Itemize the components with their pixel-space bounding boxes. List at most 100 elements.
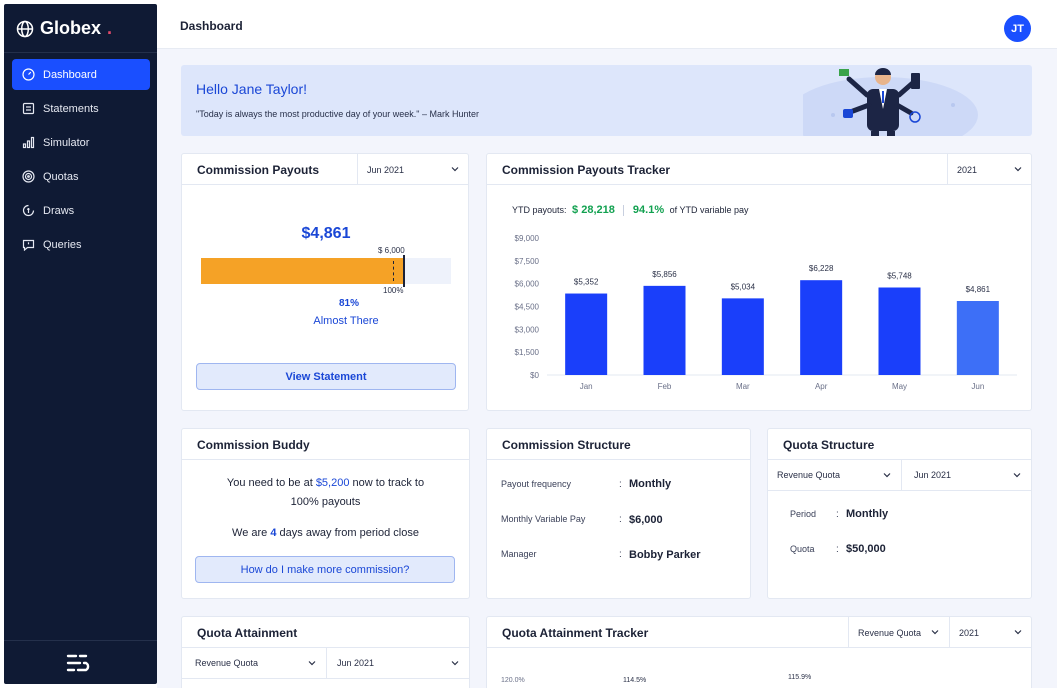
chevron-down-icon bbox=[931, 630, 939, 635]
select-value: Revenue Quota bbox=[858, 627, 922, 638]
quota-value: $50,000 bbox=[846, 543, 886, 555]
ytd-value: $ 28,218 bbox=[572, 204, 615, 216]
period-select[interactable]: Jun 2021 bbox=[357, 154, 469, 185]
period-select[interactable]: Jun 2021 bbox=[327, 648, 469, 679]
select-value: 2021 bbox=[959, 627, 980, 638]
sidebar-item-queries[interactable]: Queries bbox=[12, 229, 150, 260]
sidebar-item-label: Queries bbox=[43, 238, 82, 251]
period-select[interactable]: Jun 2021 bbox=[901, 460, 1031, 491]
avatar[interactable]: JT bbox=[1004, 15, 1031, 42]
y-tick-label: $7,500 bbox=[515, 257, 540, 266]
x-tick-label: Jan bbox=[580, 382, 593, 391]
card-header: Quota Attainment Tracker Revenue Quota 2… bbox=[487, 617, 1031, 648]
chevron-down-icon bbox=[1013, 473, 1021, 478]
sidebar-item-draws[interactable]: Draws bbox=[12, 195, 150, 226]
sidebar-item-statements[interactable]: Statements bbox=[12, 93, 150, 124]
chart-bar[interactable] bbox=[956, 301, 999, 375]
card-header: Commission Payouts Jun 2021 bbox=[182, 154, 468, 185]
structure-label: Payout frequency bbox=[501, 479, 572, 489]
ytd-summary: YTD payouts: $ 28,218 94.1% of YTD varia… bbox=[512, 204, 749, 217]
structure-value: Monthly bbox=[629, 478, 672, 490]
sidebar-nav: Dashboard Statements Simulator Quotas Dr… bbox=[12, 59, 150, 263]
colon: : bbox=[836, 544, 839, 555]
structure-label: Manager bbox=[501, 549, 537, 559]
card-title: Commission Structure bbox=[502, 438, 631, 452]
select-value: Jun 2021 bbox=[367, 164, 405, 175]
x-tick-label: Jun bbox=[971, 382, 984, 391]
variable-pct: 94.1% bbox=[632, 204, 665, 216]
chart-bar[interactable] bbox=[800, 280, 843, 375]
globe-icon bbox=[16, 20, 34, 37]
quota-type-select[interactable]: Revenue Quota bbox=[182, 648, 327, 679]
divider bbox=[4, 640, 157, 641]
select-value: Jun 2021 bbox=[914, 470, 952, 480]
chart-bar[interactable] bbox=[565, 293, 608, 375]
buddy-days: 4 bbox=[270, 527, 277, 539]
sidebar-item-quotas[interactable]: Quotas bbox=[12, 161, 150, 192]
data-label: $5,856 bbox=[652, 270, 677, 279]
quota-type-select[interactable]: Revenue Quota bbox=[768, 460, 901, 491]
commission-buddy-card: Commission Buddy You need to be at $5,20… bbox=[181, 428, 470, 599]
quota-type-select[interactable]: Revenue Quota bbox=[848, 617, 949, 648]
y-tick-label: $6,000 bbox=[515, 280, 540, 289]
select-value: Jun 2021 bbox=[337, 658, 375, 668]
more-commission-button[interactable]: How do I make more commission? bbox=[195, 556, 455, 583]
sidebar-item-simulator[interactable]: Simulator bbox=[12, 127, 150, 158]
buddy-line-2: 100% payouts bbox=[290, 496, 361, 508]
colon: : bbox=[619, 549, 622, 560]
chart-bar[interactable] bbox=[643, 285, 686, 375]
y-tick-label: $9,000 bbox=[515, 234, 540, 243]
card-header: Quota Structure bbox=[768, 429, 1031, 460]
data-label: $5,352 bbox=[574, 278, 599, 287]
chart-bar[interactable] bbox=[721, 298, 764, 375]
card-header: Quota Attainment bbox=[182, 617, 469, 648]
sidebar: Globex. Dashboard Statements Simulator Q… bbox=[4, 4, 157, 684]
target-percent: 100% bbox=[383, 286, 404, 295]
select-value: Revenue Quota bbox=[777, 470, 841, 480]
simulator-icon bbox=[22, 136, 35, 149]
card-title: Quota Attainment Tracker bbox=[502, 626, 649, 640]
year-select[interactable]: 2021 bbox=[949, 617, 1032, 648]
sidebar-item-label: Statements bbox=[43, 102, 99, 115]
y-tick-label: $1,500 bbox=[515, 348, 540, 357]
top-bar: Dashboard JT bbox=[157, 4, 1057, 49]
data-label: 115.9% bbox=[788, 674, 812, 681]
welcome-banner: Hello Jane Taylor! "Today is always the … bbox=[181, 65, 1032, 136]
target-icon bbox=[22, 170, 35, 183]
brand-logo[interactable]: Globex. bbox=[16, 18, 112, 39]
chart-bar[interactable] bbox=[878, 287, 921, 375]
year-select[interactable]: 2021 bbox=[947, 154, 1032, 185]
y-tick-label: $0 bbox=[530, 371, 539, 380]
x-tick-label: Feb bbox=[658, 382, 672, 391]
chevron-down-icon bbox=[883, 473, 891, 478]
data-label: $5,034 bbox=[731, 282, 756, 291]
y-tick-label: 120.0% bbox=[501, 677, 525, 684]
data-label: $4,861 bbox=[966, 285, 991, 294]
brand-dot: . bbox=[107, 18, 113, 38]
page-title: Dashboard bbox=[180, 19, 243, 33]
commission-payouts-card: Commission Payouts Jun 2021 $4,861 $ 6,0… bbox=[181, 153, 469, 411]
quote: "Today is always the most productive day… bbox=[196, 109, 480, 119]
progress-track bbox=[201, 255, 451, 287]
sidebar-item-label: Simulator bbox=[43, 136, 90, 149]
chevron-down-icon bbox=[308, 661, 316, 666]
buddy-text: days away from period close bbox=[279, 527, 419, 539]
draws-icon bbox=[22, 204, 35, 217]
card-header: Commission Buddy bbox=[182, 429, 469, 460]
y-tick-label: $3,000 bbox=[515, 325, 540, 334]
buddy-amount: $5,200 bbox=[315, 477, 350, 489]
view-statement-button[interactable]: View Statement bbox=[196, 363, 456, 390]
company-logo-icon bbox=[66, 654, 90, 672]
progress-fill bbox=[201, 258, 404, 284]
structure-label: Monthly Variable Pay bbox=[501, 514, 586, 524]
card-title: Commission Payouts Tracker bbox=[502, 163, 671, 177]
progress-status: Almost There bbox=[313, 315, 379, 327]
quota-structure-card: Quota Structure Revenue Quota Jun 2021 P… bbox=[767, 428, 1032, 599]
sidebar-item-label: Quotas bbox=[43, 170, 79, 183]
colon: : bbox=[836, 509, 839, 520]
sidebar-item-dashboard[interactable]: Dashboard bbox=[12, 59, 150, 90]
card-title: Commission Buddy bbox=[197, 438, 310, 452]
buddy-text: We are bbox=[232, 527, 268, 539]
structure-value: $6,000 bbox=[629, 514, 663, 526]
quota-label: Quota bbox=[790, 544, 815, 554]
